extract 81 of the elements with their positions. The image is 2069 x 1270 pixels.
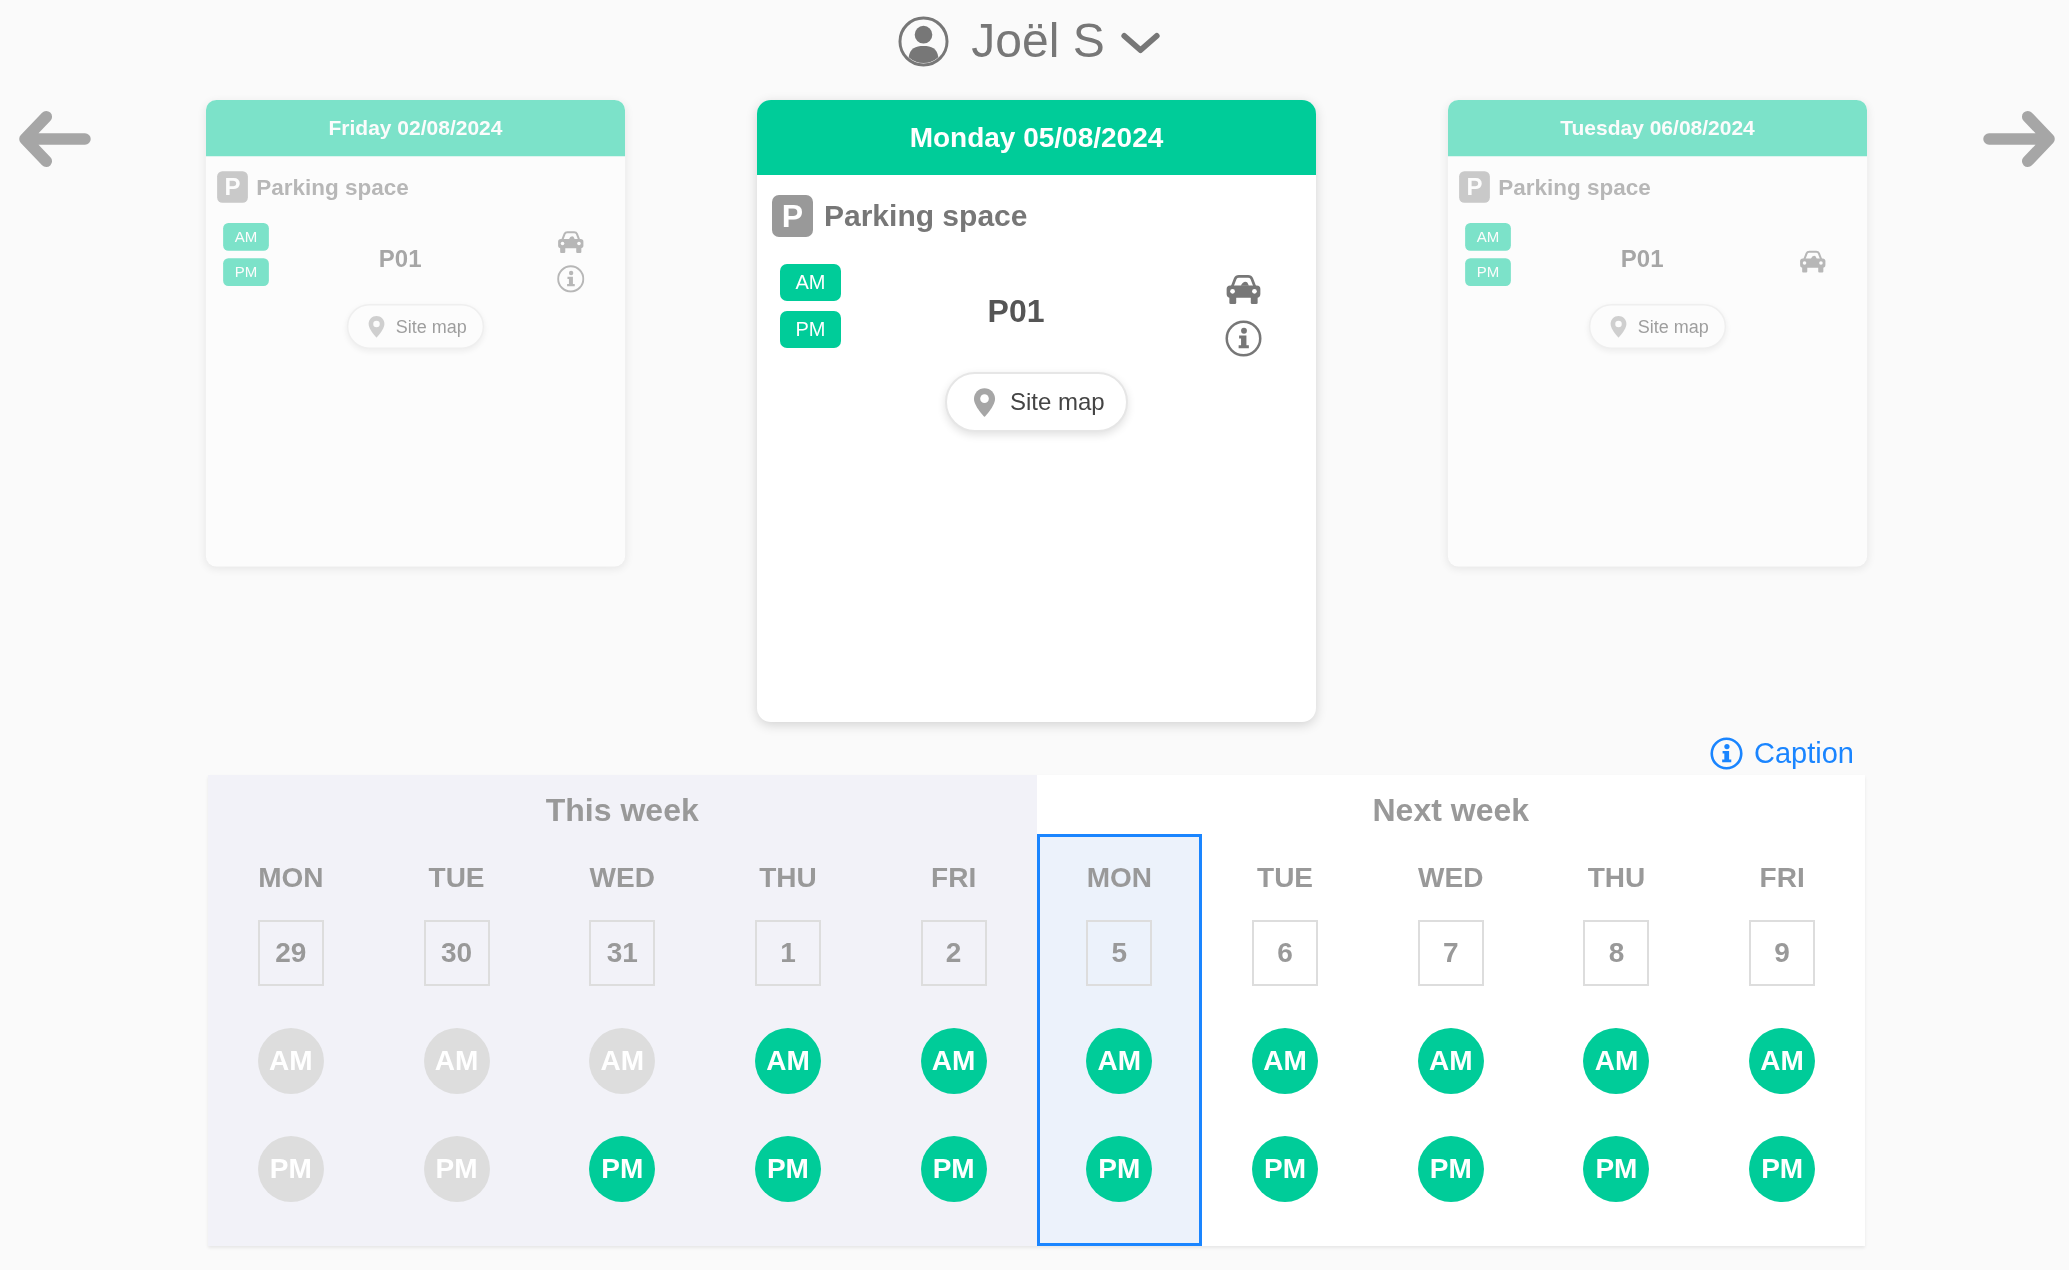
date-number: 6 xyxy=(1252,920,1319,986)
day-column[interactable]: TUE 6 AM PM xyxy=(1202,834,1368,1246)
half-day-button[interactable]: PM xyxy=(920,1136,987,1202)
half-day-button[interactable]: PM xyxy=(1417,1136,1484,1202)
day-column[interactable]: THU 8 AM PM xyxy=(1533,834,1700,1246)
half-day-button[interactable]: AM xyxy=(1583,1028,1650,1094)
spot-number: P01 xyxy=(987,293,1045,328)
site-map-button[interactable]: Site map xyxy=(346,304,485,349)
half-day-tag: PM xyxy=(1465,258,1511,286)
half-day-tag: AM xyxy=(1465,223,1511,251)
half-day-button[interactable]: AM xyxy=(920,1028,987,1094)
half-day-button[interactable]: PM xyxy=(1252,1136,1319,1202)
next-button[interactable] xyxy=(1983,110,2057,168)
weekday-label: TUE xyxy=(1257,863,1314,893)
date-number: 9 xyxy=(1749,920,1816,986)
user-avatar-icon xyxy=(898,15,950,67)
arrow-left-icon xyxy=(17,110,91,168)
map-pin-icon xyxy=(367,314,386,339)
info-icon xyxy=(1710,737,1744,770)
date-number: 5 xyxy=(1086,920,1153,986)
previous-button[interactable] xyxy=(17,110,91,168)
half-day-button[interactable]: AM xyxy=(1252,1028,1319,1094)
half-day-tag: AM xyxy=(223,223,269,251)
date-number: 8 xyxy=(1583,920,1650,986)
week-title: This week xyxy=(545,792,699,829)
site-map-button[interactable]: Site map xyxy=(945,372,1128,432)
chevron-down-icon xyxy=(1119,32,1161,54)
card-date: Monday 05/08/2024 xyxy=(757,100,1316,175)
weekday-label: WED xyxy=(1418,863,1484,893)
day-card[interactable]: Monday 05/08/2024 P Parking space AM PM P01 Site map xyxy=(757,100,1316,722)
weekday-label: THU xyxy=(759,863,817,893)
half-day-tag: PM xyxy=(223,258,269,286)
info-icon[interactable] xyxy=(1225,320,1262,357)
half-day-button[interactable]: AM xyxy=(1417,1028,1484,1094)
caption-link[interactable]: Caption xyxy=(1710,737,1854,770)
date-number: 29 xyxy=(257,920,324,986)
day-column[interactable]: FRI 9 AM PM xyxy=(1699,834,1865,1246)
weekday-label: MON xyxy=(1086,863,1152,893)
card-heading: Parking space xyxy=(824,199,1028,233)
day-column[interactable]: FRI 2 AM PM xyxy=(870,834,1037,1246)
parking-sign: P xyxy=(772,195,813,237)
map-pin-icon xyxy=(973,386,996,418)
weekday-label: FRI xyxy=(931,863,977,893)
date-number: 31 xyxy=(589,920,656,986)
half-day-tag: AM xyxy=(780,264,841,301)
weekday-label: FRI xyxy=(1759,863,1805,893)
week-title: Next week xyxy=(1372,792,1529,829)
day-column[interactable]: MON 5 AM PM xyxy=(1036,834,1203,1246)
card-heading: Parking space xyxy=(256,174,409,200)
half-day-button[interactable]: AM xyxy=(1086,1028,1153,1094)
arrow-right-icon xyxy=(1983,110,2057,168)
half-day-button[interactable]: PM xyxy=(754,1136,821,1202)
site-map-button[interactable]: Site map xyxy=(1588,304,1727,349)
half-day-button[interactable]: PM xyxy=(1086,1136,1153,1202)
half-day-button[interactable]: AM xyxy=(754,1028,821,1094)
spot-number: P01 xyxy=(378,245,422,271)
weekday-label: WED xyxy=(589,863,655,893)
weekday-label: TUE xyxy=(428,863,485,893)
date-number: 7 xyxy=(1417,920,1484,986)
day-column[interactable]: THU 1 AM PM xyxy=(705,834,871,1246)
card-date: Tuesday 06/08/2024 xyxy=(1447,100,1868,157)
half-day-tag: PM xyxy=(780,311,841,348)
date-number: 1 xyxy=(754,920,821,986)
spot-number: P01 xyxy=(1620,245,1664,271)
card-date: Friday 02/08/2024 xyxy=(205,100,626,157)
map-pin-icon xyxy=(1609,314,1628,339)
card-heading: Parking space xyxy=(1498,174,1651,200)
half-day-button[interactable]: PM xyxy=(589,1136,656,1202)
day-column[interactable]: WED 7 AM PM xyxy=(1367,834,1534,1246)
half-day-button[interactable]: AM xyxy=(1749,1028,1816,1094)
half-day-button[interactable]: PM xyxy=(1749,1136,1816,1202)
info-icon[interactable] xyxy=(556,265,585,293)
car-icon xyxy=(1225,274,1262,305)
weekday-label: MON xyxy=(258,863,324,893)
car-icon xyxy=(556,230,585,254)
half-day-button[interactable]: PM xyxy=(1583,1136,1650,1202)
weekday-label: THU xyxy=(1587,863,1646,893)
date-number: 2 xyxy=(920,920,987,986)
car-icon xyxy=(1798,250,1827,274)
date-number: 30 xyxy=(423,920,490,986)
user-menu[interactable]: Joël S xyxy=(898,15,1161,67)
